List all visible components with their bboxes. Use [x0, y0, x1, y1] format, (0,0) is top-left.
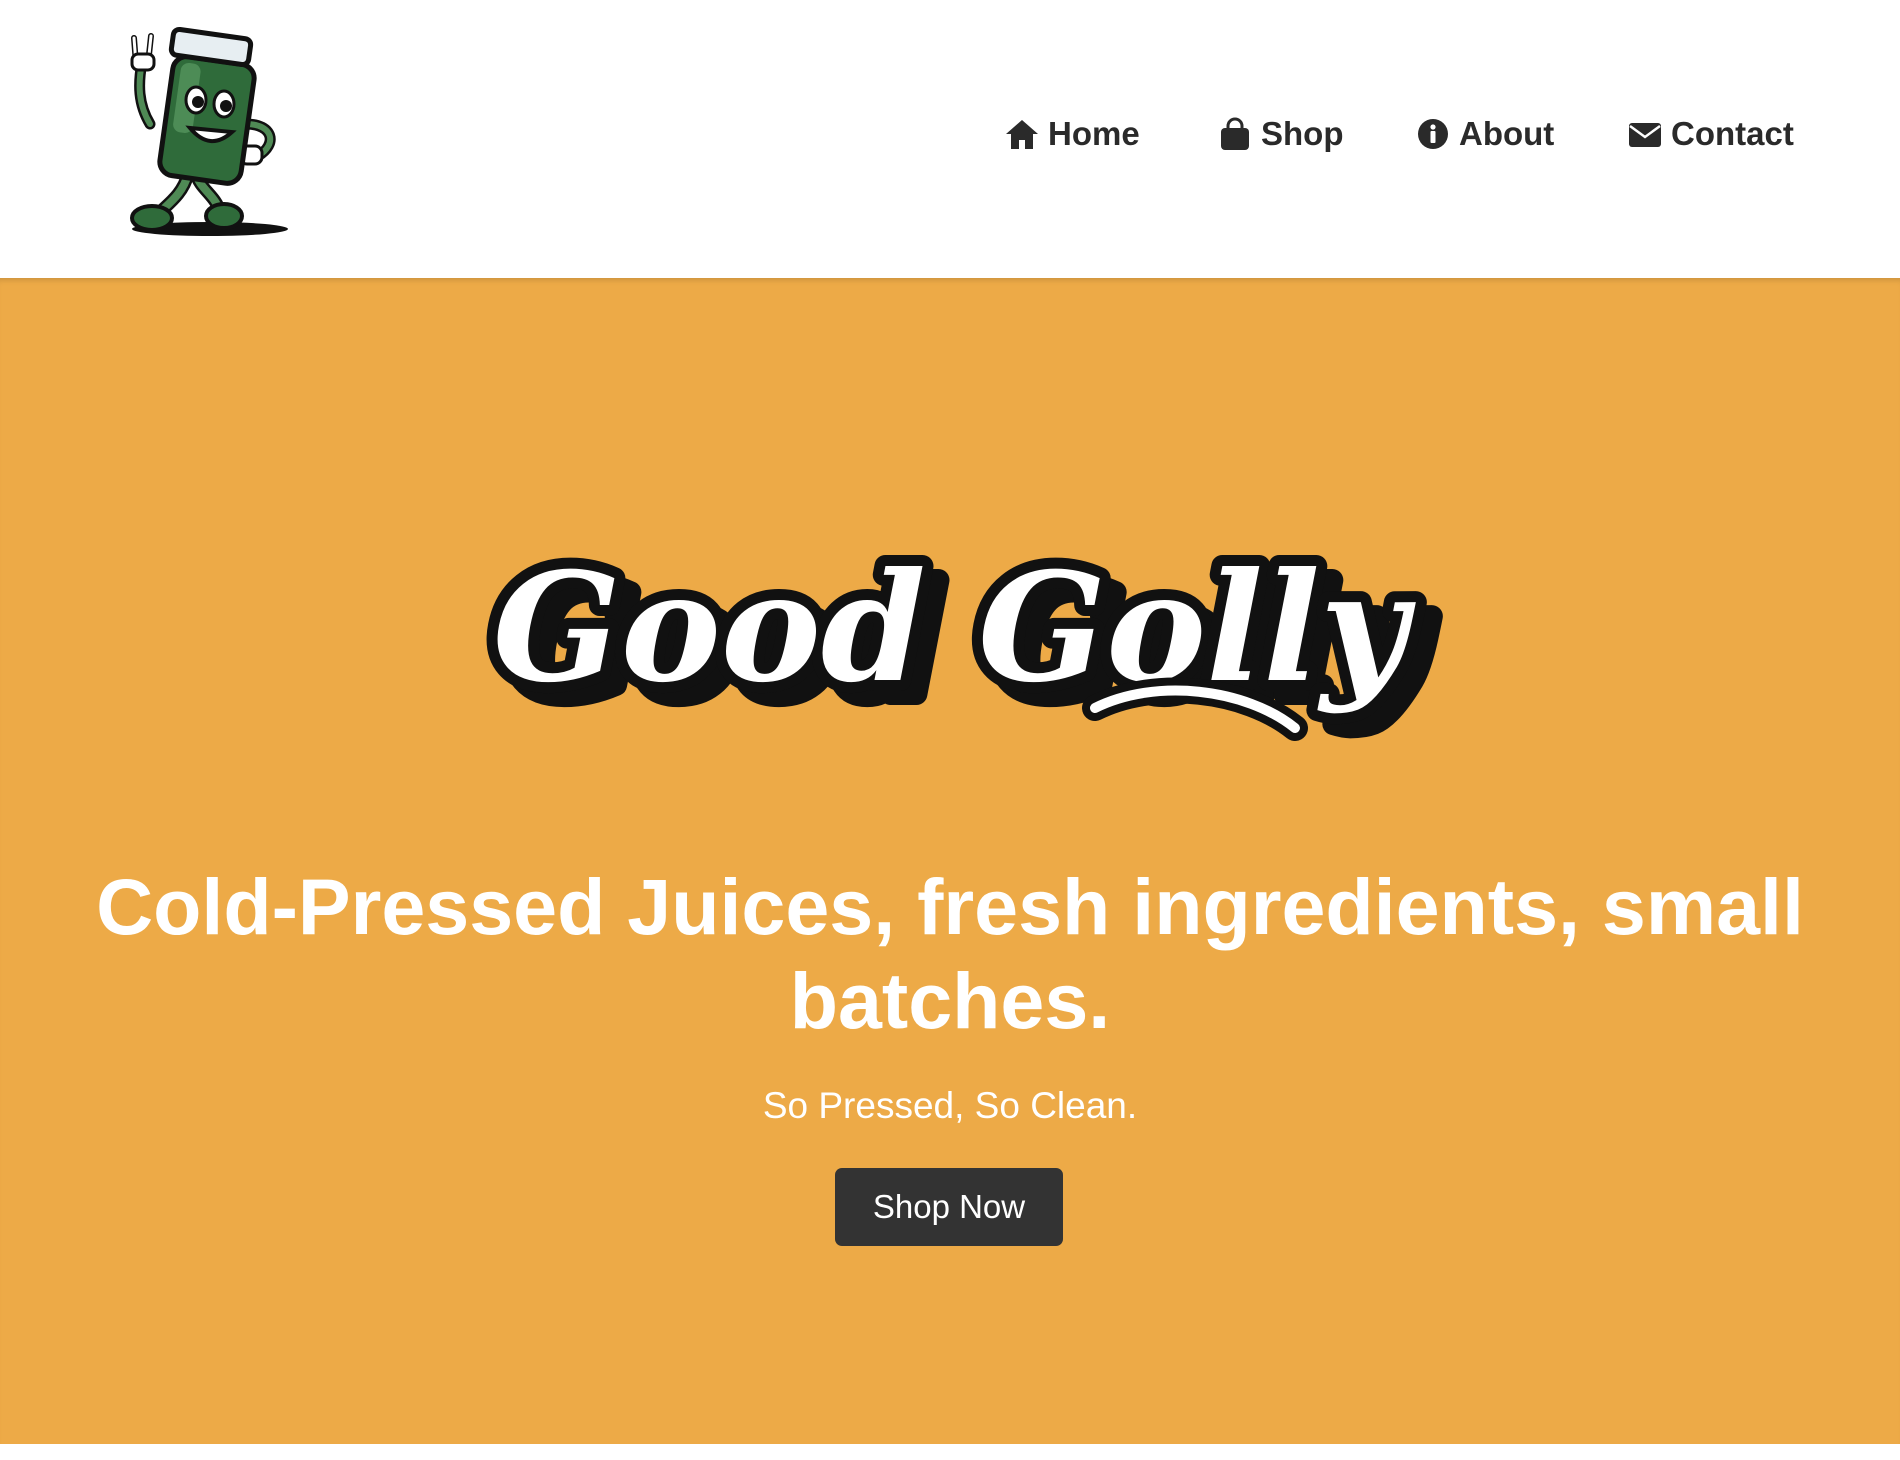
main-nav: Home Shop About Contact	[0, 112, 1900, 156]
nav-about-label: About	[1459, 115, 1555, 152]
nav-shop-link[interactable]: Shop	[1217, 112, 1343, 156]
brand-wordmark-logo: Good Golly Good Golly Good Golly	[482, 529, 1443, 741]
nav-about-link[interactable]: About	[1415, 112, 1554, 156]
shopping-bag-icon	[1217, 117, 1253, 151]
hero-title: Cold-Pressed Juices, fresh ingredients, …	[96, 862, 1804, 1045]
hero-subtitle: So Pressed, So Clean.	[762, 1085, 1138, 1126]
nav-home-label: Home	[1048, 115, 1140, 152]
site-header: Home Shop About Contact	[0, 0, 1900, 278]
wordmark-fill: Good Golly	[493, 540, 1416, 716]
footer-strip	[0, 1444, 1900, 1460]
nav-contact-link[interactable]: Contact	[1627, 112, 1794, 156]
nav-home-link[interactable]: Home	[1004, 112, 1140, 156]
nav-contact-label: Contact	[1671, 115, 1794, 152]
brand-wordmark-svg: Good Golly Good Golly Good Golly	[482, 529, 1443, 741]
shop-now-button[interactable]: Shop Now	[835, 1168, 1063, 1246]
nav-shop-label: Shop	[1261, 115, 1344, 152]
hero-section: Good Golly Good Golly Good Golly Cold-Pr…	[0, 278, 1900, 1444]
home-icon	[1004, 117, 1040, 151]
envelope-icon	[1627, 117, 1663, 151]
info-circle-icon	[1415, 117, 1451, 151]
